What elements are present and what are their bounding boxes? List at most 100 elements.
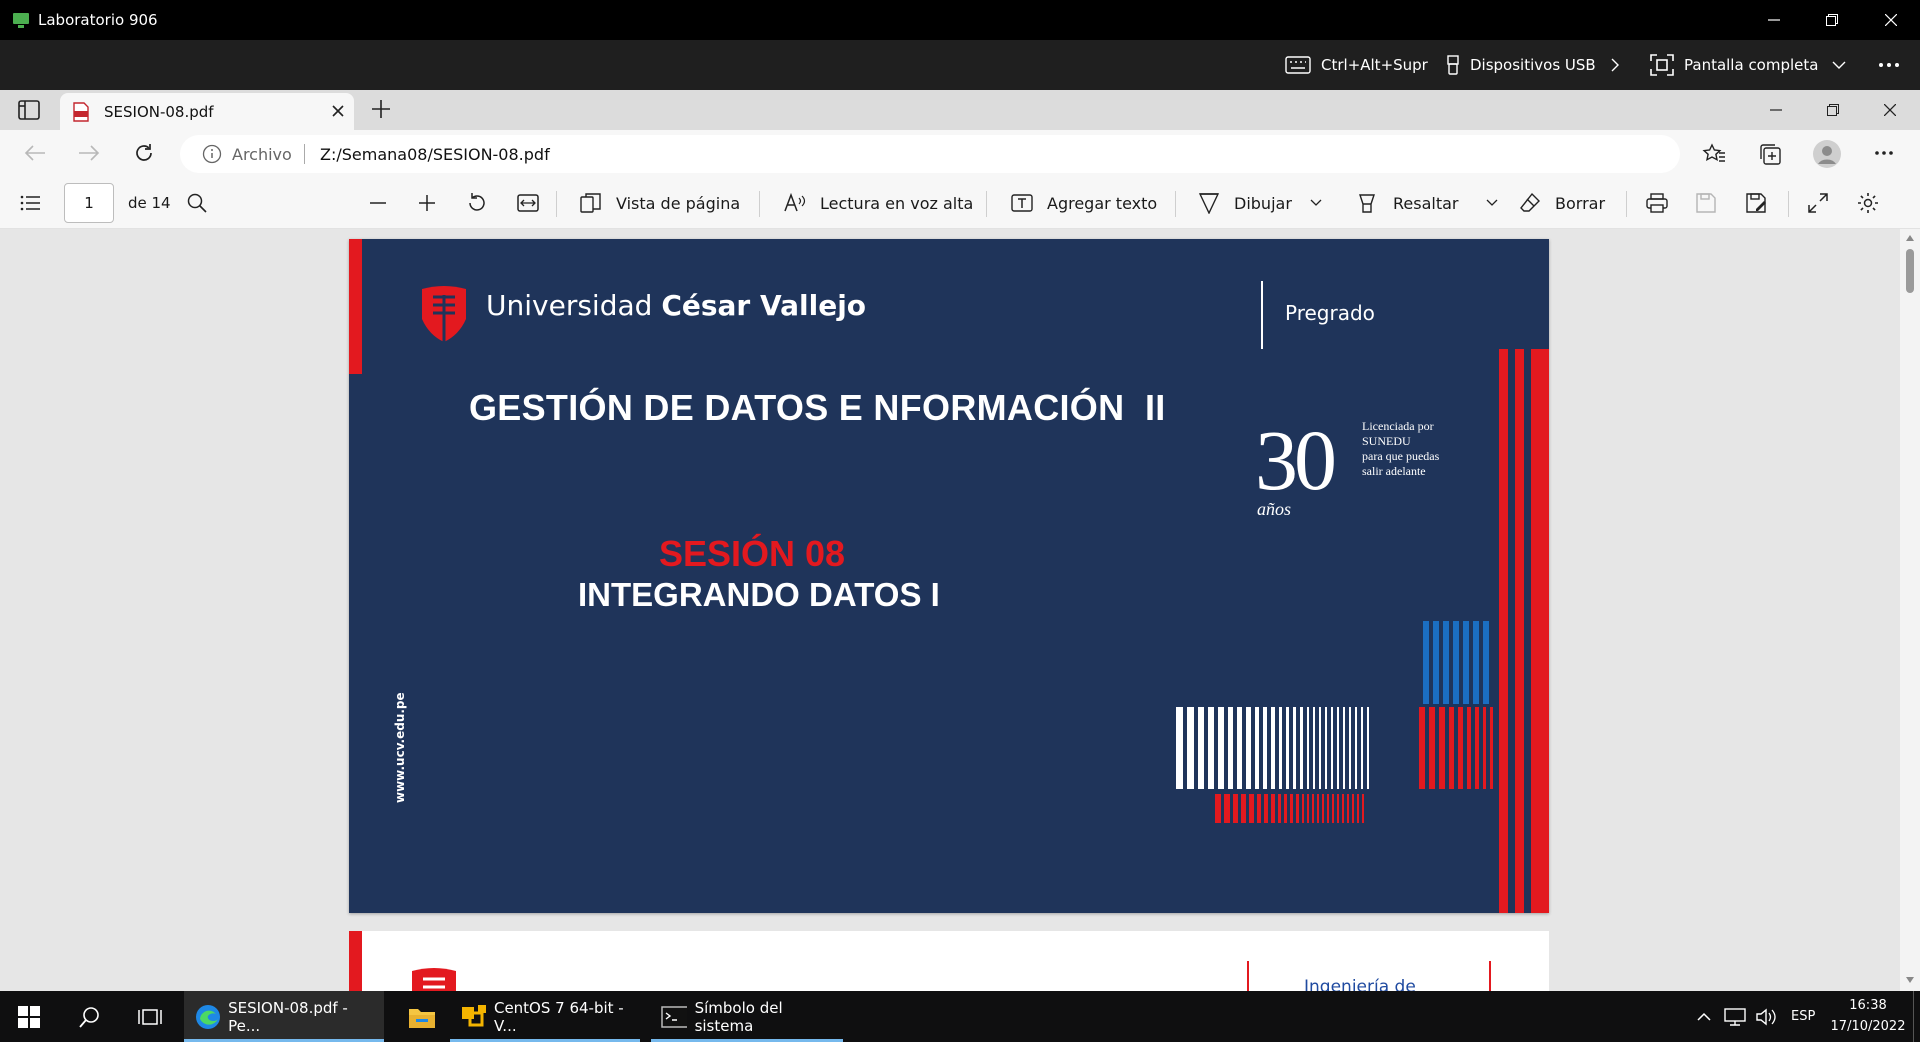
command-prompt-icon xyxy=(661,1005,687,1028)
toolbar-divider xyxy=(1788,191,1789,217)
vertical-scrollbar[interactable] xyxy=(1900,229,1920,991)
page-view-button[interactable]: Vista de página xyxy=(580,177,740,229)
address-scheme-label: Archivo xyxy=(232,145,292,164)
taskbar-app-label: CentOS 7 64-bit - V... xyxy=(493,998,624,1035)
toolbar-divider xyxy=(1175,191,1176,217)
fit-to-width-icon[interactable] xyxy=(517,177,539,229)
pdf-viewer[interactable]: Universidad César Vallejo Pregrado GESTI… xyxy=(0,229,1920,991)
scroll-up-icon[interactable] xyxy=(1906,235,1914,241)
chevron-down-icon[interactable] xyxy=(1832,40,1846,90)
session-number: SESIÓN 08 xyxy=(659,533,846,574)
browser-minimize-button[interactable] xyxy=(1770,98,1782,122)
fullscreen-button[interactable]: Pantalla completa xyxy=(1650,40,1818,90)
favorites-icon[interactable] xyxy=(1702,142,1726,166)
browser-restore-button[interactable] xyxy=(1827,104,1839,116)
print-icon[interactable] xyxy=(1646,177,1668,229)
address-bar[interactable]: Archivo Z:/Semana08/SESION-08.pdf xyxy=(180,135,1680,173)
expand-icon[interactable] xyxy=(1808,177,1828,229)
eraser-icon xyxy=(1520,192,1540,212)
pdf-settings-gear-icon[interactable] xyxy=(1857,177,1879,229)
browser-close-button[interactable] xyxy=(1884,104,1896,116)
zoom-in-icon[interactable] xyxy=(417,177,437,229)
toolbar-divider xyxy=(986,191,987,217)
info-icon[interactable] xyxy=(202,144,222,164)
remote-connection-bar: Ctrl+Alt+Supr Dispositivos USB Pantalla … xyxy=(0,40,1920,90)
toolbar-divider xyxy=(1626,191,1627,217)
system-clock[interactable]: 16:38 17/10/2022 xyxy=(1826,995,1910,1037)
highlight-button[interactable]: Resaltar xyxy=(1357,177,1498,229)
chevron-right-icon[interactable] xyxy=(1610,40,1620,90)
language-indicator[interactable]: ESP xyxy=(1791,991,1815,1042)
scroll-down-icon[interactable] xyxy=(1906,977,1914,983)
ucv-shield-logo xyxy=(419,285,469,343)
erase-button[interactable]: Borrar xyxy=(1519,177,1605,229)
draw-chevron-down-icon[interactable] xyxy=(1310,199,1322,207)
save-as-icon[interactable] xyxy=(1746,177,1768,229)
back-icon[interactable] xyxy=(24,144,46,162)
ctrl-alt-del-button[interactable]: Ctrl+Alt+Supr xyxy=(1285,40,1428,90)
folder-icon xyxy=(409,1008,435,1028)
ctrl-alt-del-label: Ctrl+Alt+Supr xyxy=(1321,56,1428,74)
taskbar-app-file-explorer[interactable] xyxy=(398,991,446,1042)
taskbar-app-label: SESION-08.pdf - Pe... xyxy=(228,998,348,1035)
show-desktop-button[interactable] xyxy=(1913,991,1914,1042)
chevron-up-icon[interactable] xyxy=(1697,991,1711,1042)
restore-button[interactable] xyxy=(1803,0,1861,40)
ucv-shield-logo xyxy=(409,967,459,991)
task-view-icon[interactable] xyxy=(138,991,162,1042)
table-of-contents-icon[interactable] xyxy=(20,177,40,229)
usb-devices-button[interactable]: Dispositivos USB xyxy=(1446,40,1596,90)
scrollbar-thumb[interactable] xyxy=(1906,249,1914,293)
save-icon[interactable] xyxy=(1696,177,1716,229)
zoom-out-icon[interactable] xyxy=(368,177,388,229)
draw-button[interactable]: Dibujar xyxy=(1198,177,1322,229)
keyboard-icon xyxy=(1285,56,1311,74)
course-title: GESTIÓN DE DATOS E NFORMACIÓN II xyxy=(469,387,1166,428)
page-number-input[interactable]: 1 xyxy=(64,183,114,223)
taskbar-app-vmware[interactable]: CentOS 7 64-bit - V... xyxy=(450,991,640,1042)
highlight-label: Resaltar xyxy=(1393,193,1459,213)
edge-icon xyxy=(196,1004,220,1029)
settings-more-icon[interactable] xyxy=(1874,150,1894,156)
taskbar-app-command-prompt[interactable]: Símbolo del sistema xyxy=(651,991,843,1042)
page-view-icon xyxy=(580,193,601,213)
collections-icon[interactable] xyxy=(1758,142,1782,166)
remote-window-titlebar: Laboratorio 906 xyxy=(0,0,1920,40)
session-topic: INTEGRANDO DATOS I xyxy=(578,576,940,613)
pdf-page-1: Universidad César Vallejo Pregrado GESTI… xyxy=(349,239,1549,913)
add-text-label: Agregar texto xyxy=(1047,193,1158,213)
address-url: Z:/Semana08/SESION-08.pdf xyxy=(320,145,550,164)
find-icon[interactable] xyxy=(187,177,207,229)
stripe-pattern xyxy=(1176,349,1549,913)
taskbar: SESION-08.pdf - Pe... CentOS 7 64-bit - … xyxy=(0,991,1920,1042)
tab-close-icon[interactable] xyxy=(332,105,344,117)
network-icon[interactable] xyxy=(1724,991,1746,1042)
university-name-bold: César Vallejo xyxy=(661,289,867,322)
taskbar-app-edge[interactable]: SESION-08.pdf - Pe... xyxy=(184,991,384,1042)
rotate-icon[interactable] xyxy=(466,177,488,229)
highlight-chevron-down-icon[interactable] xyxy=(1486,199,1498,207)
program-level: Pregrado xyxy=(1285,301,1375,325)
clock-time: 16:38 xyxy=(1849,998,1887,1013)
read-aloud-button[interactable]: Lectura en voz alta xyxy=(784,177,973,229)
red-accent-bar xyxy=(349,931,362,991)
volume-icon[interactable] xyxy=(1755,991,1779,1042)
add-text-icon xyxy=(1011,194,1033,212)
new-tab-button[interactable] xyxy=(371,99,391,119)
remote-app-icon xyxy=(12,11,30,29)
draw-icon xyxy=(1198,193,1220,214)
tab-actions-icon[interactable] xyxy=(18,100,40,120)
forward-icon[interactable] xyxy=(78,144,100,162)
search-icon[interactable] xyxy=(79,991,101,1042)
fullscreen-icon xyxy=(1650,54,1674,76)
more-options-icon[interactable] xyxy=(1878,40,1900,90)
tab-sesion-08[interactable]: SESION-08.pdf xyxy=(60,93,354,130)
minimize-button[interactable] xyxy=(1745,0,1803,40)
pdf-page-2: Ingeniería de xyxy=(349,931,1549,991)
university-name-regular: Universidad xyxy=(486,289,662,322)
refresh-icon[interactable] xyxy=(133,142,155,164)
add-text-button[interactable]: Agregar texto xyxy=(1011,177,1157,229)
start-button[interactable] xyxy=(18,991,40,1042)
profile-avatar[interactable] xyxy=(1812,139,1842,169)
close-button[interactable] xyxy=(1862,0,1920,40)
